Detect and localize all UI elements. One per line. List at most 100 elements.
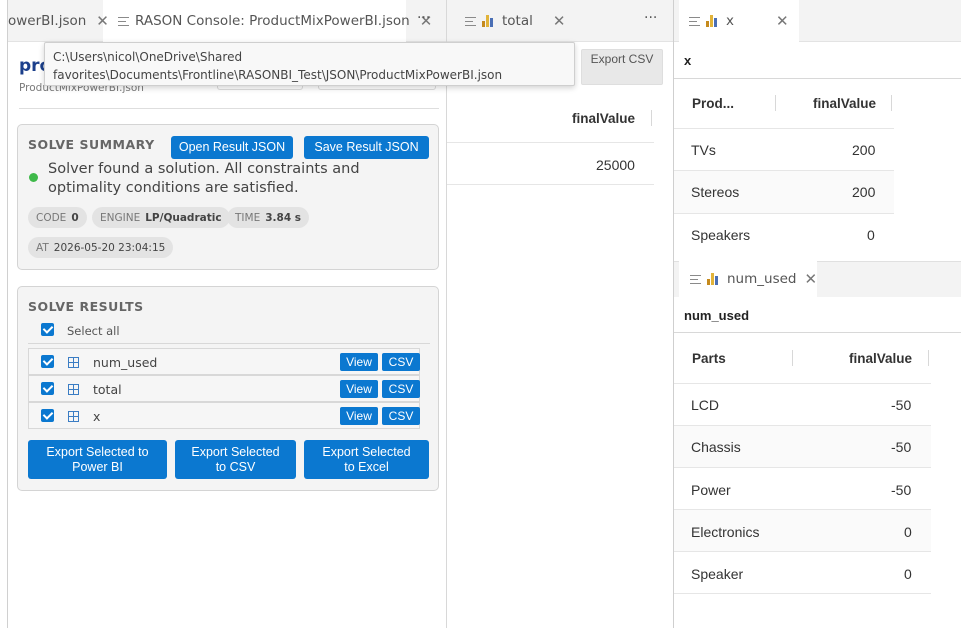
engine-badge: ENGINE LP/Quadratic xyxy=(92,207,230,228)
time-badge: TIME 3.84 s xyxy=(227,207,310,228)
path-tooltip: C:\Users\nicol\OneDrive\Shared favorites… xyxy=(44,42,575,86)
divider xyxy=(447,142,654,143)
tab-x[interactable]: x ✕ xyxy=(689,0,789,42)
result-name: total xyxy=(93,382,122,397)
column-header-product[interactable]: Prod... xyxy=(692,96,734,111)
column-resize-handle[interactable] xyxy=(891,95,892,111)
solve-results-heading: SOLVE RESULTS xyxy=(28,299,144,314)
tooltip-line: favorites\Documents\Frontline\RASONBI_Te… xyxy=(53,68,503,82)
table-title: x xyxy=(684,53,692,68)
table-icon xyxy=(68,411,79,422)
divider xyxy=(674,593,931,594)
result-name: x xyxy=(93,409,101,424)
num-row-name: Chassis xyxy=(691,439,741,455)
x-row-name: TVs xyxy=(691,142,716,158)
close-icon[interactable]: ✕ xyxy=(776,12,789,30)
solve-results-card: SOLVE RESULTS Select all num_used View C… xyxy=(17,286,439,491)
column-header-parts[interactable]: Parts xyxy=(692,351,726,366)
divider xyxy=(674,332,961,333)
more-actions-icon[interactable]: ··· xyxy=(417,10,430,26)
result-row-num_used: num_used View CSV xyxy=(28,348,420,375)
result-checkbox[interactable] xyxy=(41,409,54,422)
column-resize-handle[interactable] xyxy=(792,350,793,366)
view-button[interactable]: View xyxy=(340,407,378,425)
num-row-name: Speaker xyxy=(691,566,744,582)
num-row-value: -50 xyxy=(891,439,912,455)
tab-total[interactable]: total ✕ xyxy=(465,0,565,42)
x-row-name: Stereos xyxy=(691,184,740,200)
csv-button[interactable]: CSV xyxy=(382,380,420,398)
num-row-name: Power xyxy=(691,482,731,498)
column-resize-handle[interactable] xyxy=(928,350,929,366)
x-row-value: 0 xyxy=(867,227,875,243)
powerbi-icon xyxy=(706,15,719,27)
badge-label: ENGINE xyxy=(100,211,141,224)
divider xyxy=(674,213,894,214)
view-button[interactable]: View xyxy=(340,380,378,398)
export-excel-button[interactable]: Export Selected to Excel xyxy=(304,440,429,479)
table-title: num_used xyxy=(684,308,750,323)
column-header-finalvalue[interactable]: finalValue xyxy=(849,351,912,366)
badge-value: 2026-05-20 23:04:15 xyxy=(53,241,166,254)
divider xyxy=(674,128,894,129)
export-csv-button[interactable]: Export CSV xyxy=(581,49,663,85)
divider xyxy=(28,343,430,344)
badge-label: TIME xyxy=(235,211,261,224)
column-resize-handle[interactable] xyxy=(651,110,652,126)
csv-button[interactable]: CSV xyxy=(382,407,420,425)
result-name: num_used xyxy=(93,355,158,370)
tab-label: x xyxy=(726,13,734,29)
badge-value: 3.84 s xyxy=(265,211,302,224)
preview-icon xyxy=(690,274,701,284)
result-row-total: total View CSV xyxy=(28,375,420,402)
x-row-value: 200 xyxy=(852,184,876,200)
divider xyxy=(674,467,931,468)
tab-label: RASON Console: ProductMixPowerBI.json xyxy=(135,13,410,29)
powerbi-icon xyxy=(707,273,720,285)
save-result-json-button[interactable]: Save Result JSON xyxy=(304,136,429,159)
num-row-name: LCD xyxy=(691,397,720,413)
num-row-value: -50 xyxy=(891,482,912,498)
close-icon[interactable]: ✕ xyxy=(553,12,566,30)
tab-rason-console[interactable]: RASON Console: ProductMixPowerBI.json ✕ xyxy=(118,0,432,42)
tab-productmix-json[interactable]: owerBI.json ✕ xyxy=(8,0,109,42)
x-row-value: 200 xyxy=(852,142,876,158)
badge-label: CODE xyxy=(36,211,67,224)
column-header-finalvalue[interactable]: finalValue xyxy=(813,96,876,111)
status-success-icon xyxy=(29,173,38,182)
pane-divider xyxy=(446,0,447,628)
result-checkbox[interactable] xyxy=(41,382,54,395)
badge-value: LP/Quadratic xyxy=(145,211,222,224)
select-all-label: Select all xyxy=(67,324,120,338)
total-value-cell: 25000 xyxy=(596,157,635,173)
table-icon xyxy=(68,357,79,368)
solve-summary-heading: SOLVE SUMMARY xyxy=(28,137,155,152)
tab-num-used[interactable]: num_used ✕ xyxy=(690,261,817,297)
app-window: owerBI.json ✕ RASON Console: ProductMixP… xyxy=(0,0,961,628)
divider xyxy=(447,184,654,185)
result-checkbox[interactable] xyxy=(41,355,54,368)
x-row-name: Speakers xyxy=(691,227,751,243)
badge-value: 0 xyxy=(71,211,79,224)
export-csv-button[interactable]: Export Selected to CSV xyxy=(175,440,296,479)
column-resize-handle[interactable] xyxy=(775,95,776,111)
close-icon[interactable]: ✕ xyxy=(804,270,817,288)
more-actions-icon[interactable]: ··· xyxy=(644,10,657,26)
csv-button[interactable]: CSV xyxy=(382,353,420,371)
tab-label: owerBI.json xyxy=(8,13,87,29)
timestamp-badge: AT 2026-05-20 23:04:15 xyxy=(28,237,174,258)
column-header-finalvalue[interactable]: finalValue xyxy=(572,111,635,126)
badge-label: AT xyxy=(36,241,49,254)
divider xyxy=(674,78,961,79)
num-row-value: 0 xyxy=(904,524,912,540)
export-powerbi-button[interactable]: Export Selected to Power BI xyxy=(28,440,167,479)
divider xyxy=(674,551,931,552)
powerbi-icon xyxy=(482,15,495,27)
preview-icon xyxy=(689,16,700,26)
select-all-checkbox[interactable] xyxy=(41,323,54,336)
open-result-json-button[interactable]: Open Result JSON xyxy=(171,136,293,159)
num-row-value: 0 xyxy=(904,566,912,582)
close-icon[interactable]: ✕ xyxy=(96,12,109,30)
view-button[interactable]: View xyxy=(340,353,378,371)
divider xyxy=(674,383,931,384)
